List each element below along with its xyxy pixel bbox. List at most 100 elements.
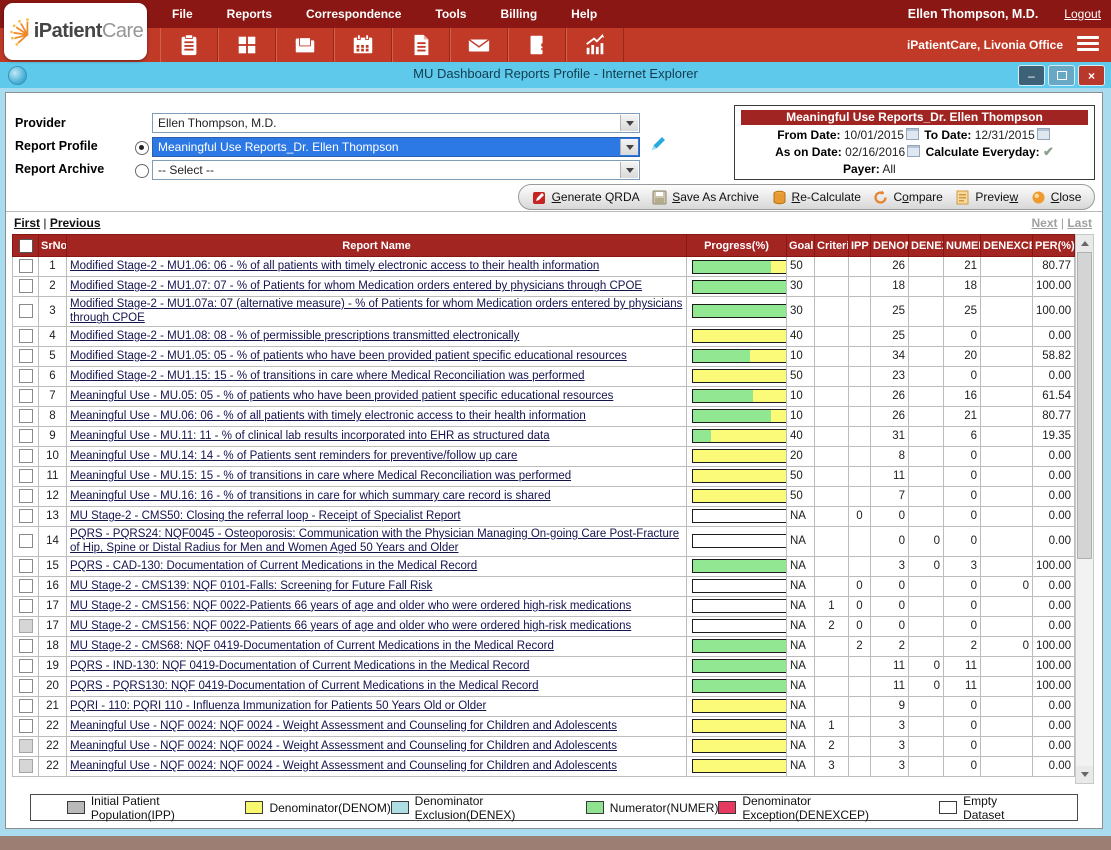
row-checkbox[interactable] xyxy=(19,409,33,423)
row-checkbox[interactable] xyxy=(19,559,33,573)
menu-tools[interactable]: Tools xyxy=(435,7,466,21)
menu-reports[interactable]: Reports xyxy=(227,7,272,21)
chart-icon[interactable] xyxy=(566,28,624,62)
row-checkbox[interactable] xyxy=(19,509,33,523)
generate-qrda-button[interactable]: Generate QRDA xyxy=(532,190,640,205)
report-profile-label: Report Profile xyxy=(15,139,98,153)
report-profile-select[interactable]: Meaningful Use Reports_Dr. Ellen Thompso… xyxy=(152,137,640,157)
compare-button[interactable]: Compare xyxy=(873,190,942,205)
row-checkbox[interactable] xyxy=(19,304,33,318)
row-checkbox[interactable] xyxy=(19,719,33,733)
folder-icon[interactable] xyxy=(276,28,334,62)
report-link[interactable]: Meaningful Use - NQF 0024: NQF 0024 - We… xyxy=(70,720,617,732)
calendar-icon-toolbar[interactable] xyxy=(334,28,392,62)
menu-file[interactable]: File xyxy=(172,7,193,21)
row-checkbox[interactable] xyxy=(19,349,33,363)
row-checkbox[interactable] xyxy=(19,639,33,653)
report-link[interactable]: Modified Stage-2 - MU1.07a: 07 (alternat… xyxy=(70,298,682,324)
close-button[interactable]: × xyxy=(1078,65,1105,86)
report-link[interactable]: Modified Stage-2 - MU1.07: 07 - % of Pat… xyxy=(70,280,642,292)
row-checkbox[interactable] xyxy=(19,469,33,483)
calendar-icon[interactable] xyxy=(1037,128,1050,140)
report-link[interactable]: PQRS - IND-130: NQF 0419-Documentation o… xyxy=(70,660,530,672)
report-link[interactable]: Modified Stage-2 - MU1.05: 05 - % of pat… xyxy=(70,350,627,362)
row-numer: 25 xyxy=(944,297,981,327)
menu-billing[interactable]: Billing xyxy=(500,7,537,21)
report-link[interactable]: Meaningful Use - MU.11: 11 - % of clinic… xyxy=(70,430,550,442)
report-link[interactable]: PQRS - CAD-130: Documentation of Current… xyxy=(70,560,477,572)
apps-grid-icon[interactable] xyxy=(218,28,276,62)
report-profile-radio[interactable] xyxy=(135,141,149,155)
row-checkbox[interactable] xyxy=(19,389,33,403)
report-link[interactable]: MU Stage-2 - CMS156: NQF 0022-Patients 6… xyxy=(70,600,631,612)
vertical-scrollbar[interactable] xyxy=(1075,234,1094,784)
report-archive-select[interactable]: -- Select -- xyxy=(152,160,640,180)
row-checkbox[interactable] xyxy=(19,659,33,673)
pagination-first[interactable]: First xyxy=(14,216,40,230)
report-link[interactable]: Meaningful Use - NQF 0024: NQF 0024 - We… xyxy=(70,740,617,752)
report-link[interactable]: Modified Stage-2 - MU1.08: 08 - % of per… xyxy=(70,330,519,342)
report-link[interactable]: PQRS - PQRS130: NQF 0419-Documentation o… xyxy=(70,680,539,692)
row-checkbox[interactable] xyxy=(19,369,33,383)
close-button[interactable]: Close xyxy=(1031,190,1082,205)
calendar-icon[interactable] xyxy=(907,145,920,157)
row-denexcep xyxy=(981,326,1033,346)
document-icon[interactable] xyxy=(392,28,450,62)
row-checkbox[interactable] xyxy=(19,279,33,293)
edit-profile-pencil-icon[interactable] xyxy=(650,136,666,157)
row-checkbox[interactable] xyxy=(19,599,33,613)
save-as-archive-button[interactable]: Save As Archive xyxy=(652,190,759,205)
chevron-down-icon[interactable] xyxy=(620,162,638,178)
row-per: 100.00 xyxy=(1033,636,1075,656)
billing-icon[interactable]: $ xyxy=(508,28,566,62)
row-numer: 0 xyxy=(944,756,981,776)
report-link[interactable]: MU Stage-2 - CMS68: NQF 0419-Documentati… xyxy=(70,640,554,652)
row-checkbox[interactable] xyxy=(19,579,33,593)
select-all-checkbox[interactable] xyxy=(19,239,33,253)
report-link[interactable]: Modified Stage-2 - MU1.15: 15 - % of tra… xyxy=(70,370,585,382)
row-checkbox[interactable] xyxy=(19,489,33,503)
report-link[interactable]: MU Stage-2 - CMS50: Closing the referral… xyxy=(70,510,461,522)
re-calculate-button[interactable]: Re-Calculate xyxy=(772,190,861,205)
mail-icon[interactable] xyxy=(450,28,508,62)
scroll-up-arrow-icon[interactable] xyxy=(1076,235,1093,252)
provider-select[interactable]: Ellen Thompson, M.D. xyxy=(152,113,640,133)
report-link[interactable]: Modified Stage-2 - MU1.06: 06 - % of all… xyxy=(70,260,599,272)
row-denexcep xyxy=(981,696,1033,716)
row-progress-cell xyxy=(687,656,787,676)
scroll-down-arrow-icon[interactable] xyxy=(1076,766,1093,783)
chevron-down-icon[interactable] xyxy=(620,115,638,131)
report-link[interactable]: Meaningful Use - NQF 0024: NQF 0024 - We… xyxy=(70,760,617,772)
menu-help[interactable]: Help xyxy=(571,7,597,21)
report-link[interactable]: PQRI - 110: PQRI 110 - Influenza Immuniz… xyxy=(70,700,486,712)
pagination-previous[interactable]: Previous xyxy=(50,216,101,230)
report-link[interactable]: PQRS - PQRS24: NQF0045 - Osteoporosis: C… xyxy=(70,528,679,554)
minimize-button[interactable]: – xyxy=(1018,65,1045,86)
report-link[interactable]: MU Stage-2 - CMS156: NQF 0022-Patients 6… xyxy=(70,620,631,632)
row-checkbox[interactable] xyxy=(19,699,33,713)
row-checkbox[interactable] xyxy=(19,534,33,548)
report-archive-radio[interactable] xyxy=(135,164,149,178)
row-checkbox[interactable] xyxy=(19,679,33,693)
row-progress-cell xyxy=(687,426,787,446)
hamburger-menu-icon[interactable] xyxy=(1077,36,1099,54)
row-checkbox[interactable] xyxy=(19,429,33,443)
report-link[interactable]: Meaningful Use - MU.16: 16 - % of transi… xyxy=(70,490,551,502)
preview-button[interactable]: Preview xyxy=(955,190,1018,205)
clipboard-icon[interactable] xyxy=(160,28,218,62)
scrollbar-thumb[interactable] xyxy=(1077,252,1092,559)
row-checkbox[interactable] xyxy=(19,329,33,343)
row-checkbox[interactable] xyxy=(19,259,33,273)
report-link[interactable]: Meaningful Use - MU.06: 06 - % of all pa… xyxy=(70,410,586,422)
row-checkbox[interactable] xyxy=(19,449,33,463)
chevron-down-icon[interactable] xyxy=(620,139,638,155)
menu-correspondence[interactable]: Correspondence xyxy=(306,7,401,21)
report-link[interactable]: MU Stage-2 - CMS139: NQF 0101-Falls: Scr… xyxy=(70,580,432,592)
report-link[interactable]: Meaningful Use - MU.14: 14 - % of Patien… xyxy=(70,450,517,462)
report-link[interactable]: Meaningful Use - MU.05: 05 - % of patien… xyxy=(70,390,613,402)
logout-link[interactable]: Logout xyxy=(1064,7,1101,21)
row-criteria xyxy=(815,277,849,297)
maximize-button[interactable] xyxy=(1048,65,1075,86)
calendar-icon[interactable] xyxy=(906,128,919,140)
report-link[interactable]: Meaningful Use - MU.15: 15 - % of transi… xyxy=(70,470,571,482)
